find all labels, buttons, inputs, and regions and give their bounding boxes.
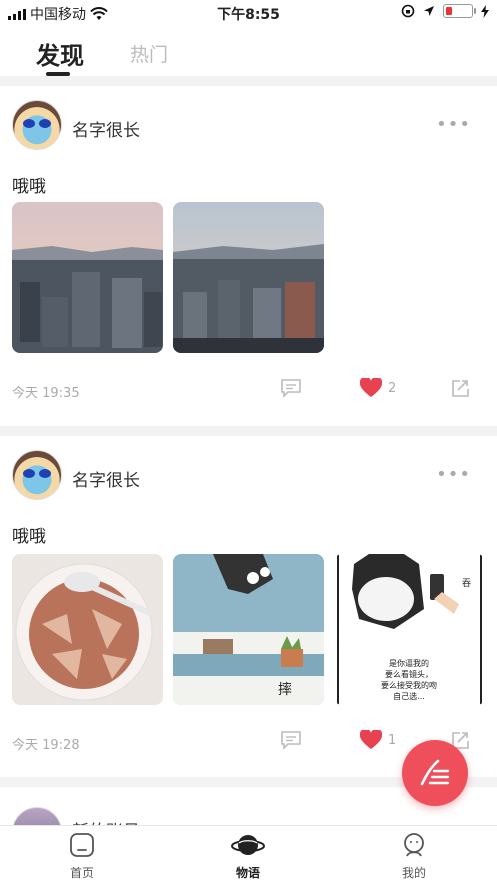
- tab-discover[interactable]: 发现: [36, 36, 84, 71]
- heart-icon: [360, 378, 382, 397]
- nav-home-label: 首页: [69, 866, 94, 880]
- post-text: 哦哦: [12, 527, 46, 547]
- nav-mine[interactable]: 我的: [374, 832, 454, 881]
- nav-home[interactable]: 首页: [42, 832, 122, 881]
- battery-icon: [443, 4, 476, 18]
- comic-caption-line1: 是你逼我的: [389, 658, 429, 668]
- post-image[interactable]: [12, 202, 163, 353]
- post-card: 名字很长 ••• 哦哦 摔 吞 是你逼我的 要么看镜头， 要么接受我的吻 自己选…: [0, 436, 497, 776]
- top-tabs: 发现 热门: [0, 30, 497, 76]
- username[interactable]: 名字很长: [72, 466, 140, 491]
- avatar[interactable]: [12, 807, 62, 825]
- bottom-nav: 首页 物语 我的: [0, 825, 497, 884]
- charging-icon: [481, 4, 489, 18]
- share-icon: [452, 380, 469, 397]
- like-button[interactable]: 1: [360, 730, 396, 750]
- more-dots-icon[interactable]: •••: [436, 114, 471, 135]
- tab-hot[interactable]: 热门: [130, 40, 168, 67]
- post-card: 名字很长 ••• 哦哦 今天 19:35 2: [0, 86, 497, 426]
- comic-sign: 摔: [278, 681, 292, 698]
- home-icon: [70, 833, 94, 857]
- post-image[interactable]: 吞 是你逼我的 要么看镜头， 要么接受我的吻 自己选...: [334, 554, 485, 705]
- comic-caption-line4: 自己选...: [393, 691, 425, 701]
- comment-button[interactable]: [280, 378, 302, 398]
- rotation-lock-icon: [401, 4, 415, 18]
- username[interactable]: 名字很长: [72, 116, 140, 141]
- write-post-button[interactable]: [402, 740, 468, 806]
- username[interactable]: 新的账号: [72, 817, 140, 825]
- comic-side-char: 吞: [462, 578, 471, 589]
- post-text: 哦哦: [12, 177, 46, 197]
- nav-mine-label: 我的: [401, 866, 426, 880]
- profile-icon: [404, 833, 424, 857]
- nav-stories[interactable]: 物语: [208, 832, 288, 881]
- like-button[interactable]: 2: [360, 378, 396, 398]
- comment-icon: [281, 731, 301, 750]
- section-divider: [0, 426, 497, 436]
- like-count: 1: [388, 732, 397, 748]
- nav-stories-label: 物语: [235, 866, 260, 880]
- comment-button[interactable]: [280, 730, 302, 750]
- post-image[interactable]: 摔: [173, 554, 324, 705]
- post-image[interactable]: [12, 554, 163, 705]
- section-divider: [0, 76, 497, 86]
- avatar[interactable]: [12, 100, 62, 150]
- more-dots-icon[interactable]: •••: [436, 464, 471, 485]
- comic-caption-line2: 要么看镜头，: [385, 669, 433, 679]
- post-time: 今天 19:28: [12, 738, 80, 753]
- heart-icon: [360, 730, 382, 749]
- post-image[interactable]: [173, 202, 324, 353]
- write-icon: [420, 759, 450, 786]
- share-button[interactable]: [450, 378, 470, 398]
- status-bar: 中国移动 下午8:55: [0, 0, 497, 26]
- planet-icon: [231, 835, 265, 855]
- comic-caption-line3: 要么接受我的吻: [381, 680, 437, 690]
- comment-icon: [281, 379, 301, 398]
- location-icon: [424, 6, 434, 16]
- like-count: 2: [388, 380, 397, 396]
- post-time: 今天 19:35: [12, 386, 80, 401]
- avatar[interactable]: [12, 450, 62, 500]
